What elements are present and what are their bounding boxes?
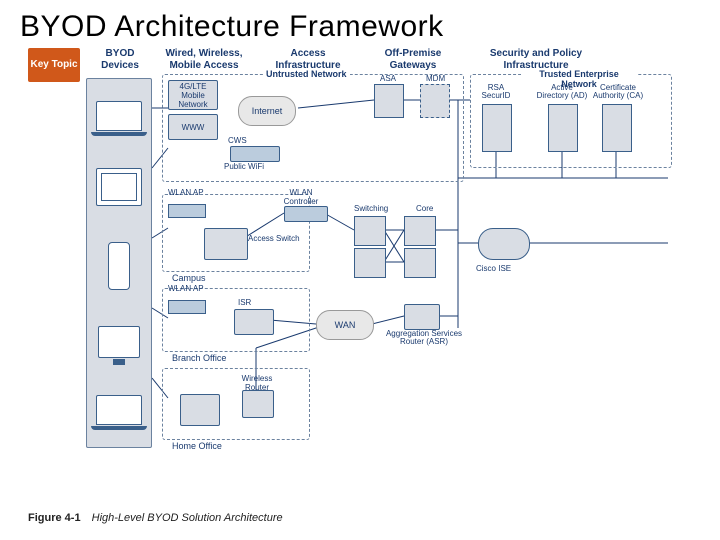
ap2-icon — [168, 300, 206, 314]
internet-cloud: Internet — [238, 96, 296, 126]
ca-label: Certificate Authority (CA) — [592, 84, 644, 101]
figure-text: High-Level BYOD Solution Architecture — [92, 512, 283, 524]
access-switch-label: Access Switch — [248, 234, 300, 243]
col-access: Wired, Wireless, Mobile Access — [162, 48, 246, 71]
wan-cloud: WAN — [316, 310, 374, 340]
col-devices: BYOD Devices — [90, 48, 150, 71]
cws-box — [230, 146, 280, 162]
isr-label: ISR — [238, 298, 251, 307]
figure-caption: Figure 4-1 High-Level BYOD Solution Arch… — [28, 512, 283, 524]
cws-label: CWS — [228, 136, 247, 145]
asr-label: Aggregation Services Router (ASR) — [384, 330, 464, 347]
asa-icon — [374, 84, 404, 118]
branch-label: Branch Office — [169, 353, 229, 363]
laptop-icon — [96, 101, 142, 131]
tablet-icon — [96, 168, 142, 206]
desktop-icon — [98, 326, 140, 358]
switching-label: Switching — [354, 204, 388, 213]
core1-icon — [404, 216, 436, 246]
wireless-router-icon — [242, 390, 274, 418]
figure-number: Figure 4-1 — [28, 512, 81, 524]
laptop2-icon — [96, 395, 142, 425]
col-infra: Access Infrastructure — [268, 48, 348, 71]
devices-column — [86, 78, 152, 448]
key-topic-badge: Key Topic — [28, 48, 80, 82]
slide-title: BYOD Architecture Framework — [0, 0, 720, 48]
mdm-label: MDM — [426, 74, 445, 83]
col-security: Security and Policy Infrastructure — [476, 48, 596, 71]
untrusted-label: Untrusted Network — [263, 69, 350, 79]
wlc-label: WLAN Controller — [276, 188, 326, 206]
mdm-icon — [420, 84, 450, 118]
wlan-ap1-label: WLAN AP — [168, 188, 204, 197]
rsa-server-icon — [482, 104, 512, 152]
wlc-icon — [284, 206, 328, 222]
public-wifi-label: Public WiFi — [224, 162, 264, 171]
asa-label: ASA — [380, 74, 396, 83]
home-label: Home Office — [169, 441, 225, 451]
ad-server-icon — [548, 104, 578, 152]
isr-icon — [234, 309, 274, 335]
lte-box: 4G/LTE Mobile Network — [168, 80, 218, 110]
campus-label: Campus — [169, 273, 209, 283]
ca-server-icon — [602, 104, 632, 152]
core2-icon — [404, 248, 436, 278]
www-box: WWW — [168, 114, 218, 140]
phone-icon — [108, 242, 130, 290]
ise-label: Cisco ISE — [476, 264, 511, 273]
switch1-icon — [354, 216, 386, 246]
ad-label: Active Directory (AD) — [536, 84, 588, 101]
byod-diagram: Key Topic BYOD Devices Wired, Wireless, … — [28, 48, 692, 478]
ise-icon — [478, 228, 530, 260]
asr-icon — [404, 304, 440, 330]
access-switch-icon — [204, 228, 248, 260]
ap1-icon — [168, 204, 206, 218]
switch2-icon — [354, 248, 386, 278]
col-gateways: Off-Premise Gateways — [376, 48, 450, 71]
wlan-ap2-label: WLAN AP — [168, 284, 204, 293]
rsa-label: RSA SecurID — [476, 84, 516, 101]
core-label: Core — [416, 204, 433, 213]
home-pc-icon — [180, 394, 220, 426]
